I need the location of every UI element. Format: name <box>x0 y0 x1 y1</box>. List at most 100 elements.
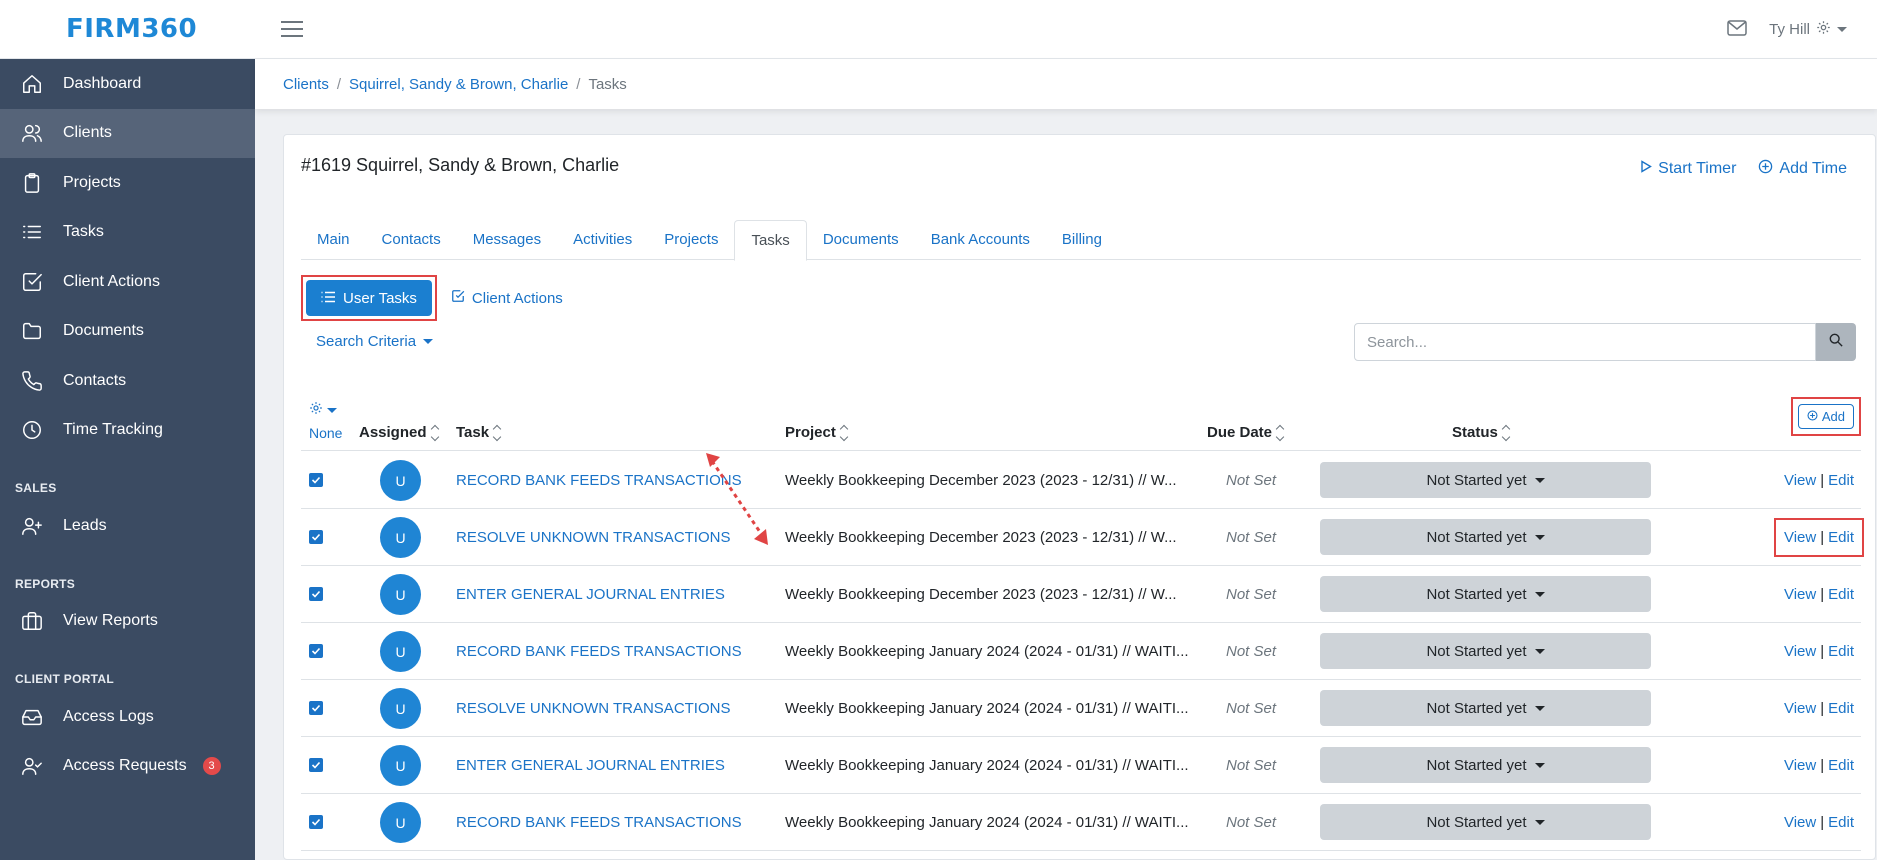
chevron-down-icon <box>327 407 337 413</box>
status-dropdown[interactable]: Not Started yet <box>1320 633 1651 669</box>
sidebar-item-documents[interactable]: Documents <box>0 307 255 357</box>
breadcrumb-clients[interactable]: Clients <box>283 76 329 93</box>
mail-icon[interactable] <box>1727 19 1747 40</box>
row-checkbox[interactable] <box>309 815 323 829</box>
sidebar-item-leads[interactable]: Leads <box>0 501 255 551</box>
sidebar-item-view-reports[interactable]: View Reports <box>0 597 255 647</box>
tab-documents[interactable]: Documents <box>807 220 915 260</box>
sidebar-item-contacts[interactable]: Contacts <box>0 356 255 406</box>
sort-icon <box>1501 424 1511 441</box>
row-checkbox[interactable] <box>309 587 323 601</box>
folder-icon <box>20 319 44 343</box>
sidebar-item-tasks[interactable]: Tasks <box>0 208 255 258</box>
tab-tasks[interactable]: Tasks <box>734 220 807 261</box>
view-link[interactable]: View <box>1784 757 1816 774</box>
check-square-icon <box>451 289 465 307</box>
tab-contacts[interactable]: Contacts <box>366 220 457 260</box>
task-link[interactable]: RECORD BANK FEEDS TRANSACTIONS <box>456 814 742 831</box>
row-checkbox[interactable] <box>309 644 323 658</box>
view-link[interactable]: View <box>1784 472 1816 489</box>
column-header-status[interactable]: Status <box>1452 424 1511 441</box>
view-link[interactable]: View <box>1784 643 1816 660</box>
tab-messages[interactable]: Messages <box>457 220 557 260</box>
column-header-project[interactable]: Project <box>785 424 849 441</box>
due-date: Not Set <box>1226 757 1277 774</box>
row-checkbox[interactable] <box>309 701 323 715</box>
sidebar-item-access-requests[interactable]: Access Requests 3 <box>0 742 255 792</box>
tab-activities[interactable]: Activities <box>557 220 648 260</box>
status-dropdown[interactable]: Not Started yet <box>1320 462 1651 498</box>
status-label: Not Started yet <box>1426 699 1527 717</box>
search-input[interactable] <box>1354 323 1816 361</box>
chevron-down-icon <box>1534 648 1545 654</box>
task-link[interactable]: RESOLVE UNKNOWN TRANSACTIONS <box>456 529 730 546</box>
status-dropdown[interactable]: Not Started yet <box>1320 690 1651 726</box>
task-link[interactable]: ENTER GENERAL JOURNAL ENTRIES <box>456 757 725 774</box>
hamburger-menu-icon[interactable] <box>281 21 303 37</box>
task-link[interactable]: RECORD BANK FEEDS TRANSACTIONS <box>456 643 742 660</box>
status-label: Not Started yet <box>1426 471 1527 489</box>
task-link[interactable]: RECORD BANK FEEDS TRANSACTIONS <box>456 472 742 489</box>
add-time-button[interactable]: Add Time <box>1758 159 1847 179</box>
row-actions-highlighted: View | Edit <box>1773 518 1864 557</box>
edit-link[interactable]: Edit <box>1828 472 1854 489</box>
user-menu[interactable]: Ty Hill <box>1769 20 1847 39</box>
edit-link[interactable]: Edit <box>1828 757 1854 774</box>
separator: | <box>1820 472 1825 489</box>
tab-bank-accounts[interactable]: Bank Accounts <box>915 220 1046 260</box>
column-header-due-date[interactable]: Due Date <box>1207 424 1285 441</box>
status-dropdown[interactable]: Not Started yet <box>1320 747 1651 783</box>
highlight-box: User Tasks <box>301 275 437 321</box>
firm360-logo[interactable]: FIRM360 <box>0 14 255 44</box>
sidebar-item-access-logs[interactable]: Access Logs <box>0 692 255 742</box>
view-link[interactable]: View <box>1784 700 1816 717</box>
user-tasks-button[interactable]: User Tasks <box>306 280 432 316</box>
row-checkbox[interactable] <box>309 758 323 772</box>
add-task-button[interactable]: Add <box>1797 404 1854 429</box>
sidebar-item-projects[interactable]: Projects <box>0 158 255 208</box>
row-checkbox[interactable] <box>309 530 323 544</box>
row-checkbox[interactable] <box>309 473 323 487</box>
task-link[interactable]: ENTER GENERAL JOURNAL ENTRIES <box>456 586 725 603</box>
view-link[interactable]: View <box>1784 814 1816 831</box>
add-time-label: Add Time <box>1779 160 1847 177</box>
status-dropdown[interactable]: Not Started yet <box>1320 519 1651 555</box>
status-dropdown[interactable]: Not Started yet <box>1320 576 1651 612</box>
sidebar-item-dashboard[interactable]: Dashboard <box>0 59 255 109</box>
sort-icon <box>492 424 502 441</box>
search-criteria-dropdown[interactable]: Search Criteria <box>316 333 434 350</box>
user-check-icon <box>20 754 44 778</box>
status-label: Not Started yet <box>1426 813 1527 831</box>
edit-link[interactable]: Edit <box>1828 529 1854 546</box>
tab-billing[interactable]: Billing <box>1046 220 1118 260</box>
sidebar-item-time-tracking[interactable]: Time Tracking <box>0 406 255 456</box>
project-text: Weekly Bookkeeping January 2024 (2024 - … <box>785 757 1189 774</box>
column-settings-dropdown[interactable] <box>309 401 337 419</box>
chevron-down-icon <box>1534 705 1545 711</box>
edit-link[interactable]: Edit <box>1828 643 1854 660</box>
chevron-down-icon <box>1534 762 1545 768</box>
search-button[interactable] <box>1816 323 1856 361</box>
task-link[interactable]: RESOLVE UNKNOWN TRANSACTIONS <box>456 700 730 717</box>
tab-projects[interactable]: Projects <box>648 220 734 260</box>
sidebar-item-client-actions[interactable]: Client Actions <box>0 257 255 307</box>
gear-icon <box>309 401 323 419</box>
client-actions-label: Client Actions <box>471 289 563 307</box>
row-actions: View | Edit <box>1784 643 1854 660</box>
status-dropdown[interactable]: Not Started yet <box>1320 804 1651 840</box>
tab-main[interactable]: Main <box>301 220 366 260</box>
client-actions-button[interactable]: Client Actions <box>451 289 563 307</box>
column-header-assigned[interactable]: Assigned <box>359 424 439 441</box>
breadcrumb-client[interactable]: Squirrel, Sandy & Brown, Charlie <box>349 76 568 93</box>
edit-link[interactable]: Edit <box>1828 700 1854 717</box>
table-row: U ENTER GENERAL JOURNAL ENTRIES Weekly B… <box>301 566 1861 623</box>
view-link[interactable]: View <box>1784 529 1816 546</box>
select-none-link[interactable]: None <box>309 425 342 441</box>
column-header-task[interactable]: Task <box>456 424 502 441</box>
edit-link[interactable]: Edit <box>1828 586 1854 603</box>
avatar: U <box>380 574 421 615</box>
start-timer-button[interactable]: Start Timer <box>1640 159 1736 179</box>
sidebar-item-clients[interactable]: Clients <box>0 108 255 158</box>
edit-link[interactable]: Edit <box>1828 814 1854 831</box>
view-link[interactable]: View <box>1784 586 1816 603</box>
